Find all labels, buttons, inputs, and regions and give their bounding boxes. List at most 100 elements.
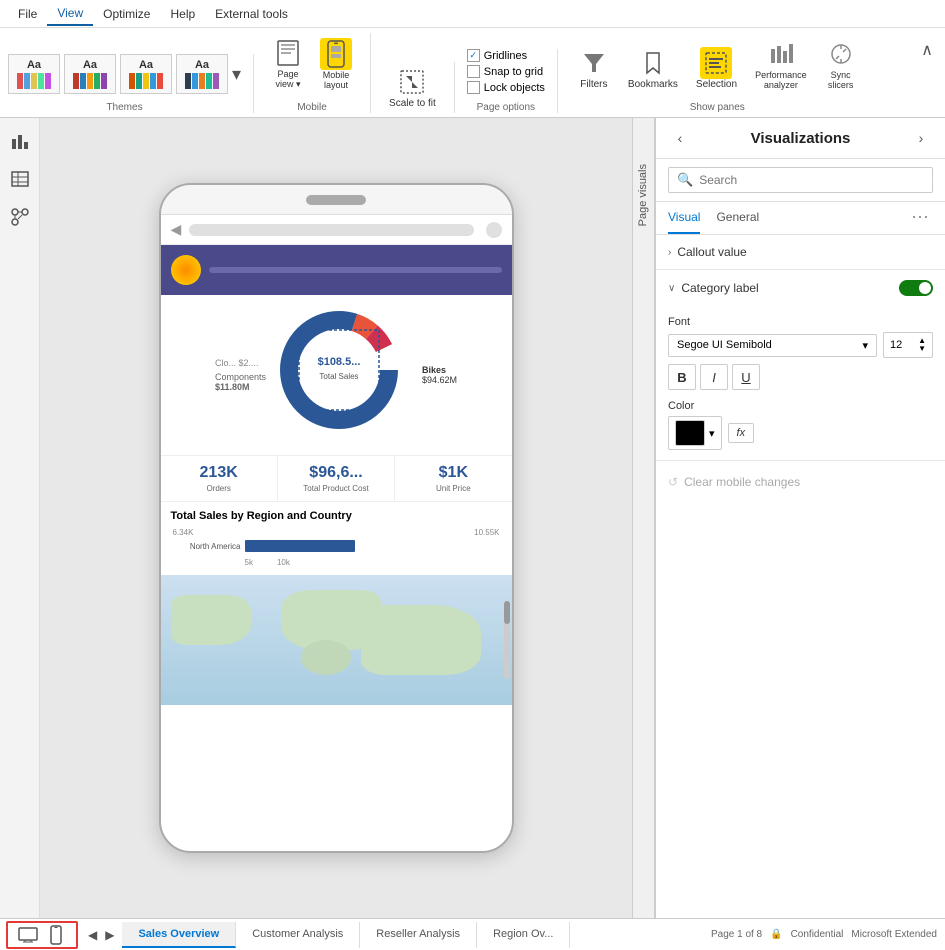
- ribbon-group-show-panes: Filters Bookmarks: [570, 34, 877, 113]
- page-indicator: Page 1 of 8: [711, 929, 762, 940]
- tab-general[interactable]: General: [716, 202, 759, 234]
- bar-axis-1: 5k: [245, 558, 253, 567]
- lock-objects-row[interactable]: Lock objects: [467, 81, 545, 94]
- report-header-bar: [209, 267, 502, 273]
- sidebar-icon-table[interactable]: [5, 164, 35, 194]
- phone-back-arrow[interactable]: ◀: [171, 221, 182, 238]
- ribbon-collapse-button[interactable]: ∧: [917, 36, 937, 64]
- gridlines-row[interactable]: Gridlines: [467, 49, 545, 62]
- mobile-layout-button[interactable]: Mobilelayout: [314, 34, 358, 94]
- italic-button[interactable]: I: [700, 364, 728, 390]
- font-family-select[interactable]: Segoe UI Semibold ▾: [668, 334, 877, 357]
- toggle-on-indicator: [899, 280, 933, 296]
- desktop-view-icon[interactable]: [16, 923, 40, 947]
- page-visuals-tab[interactable]: Page visuals: [633, 118, 655, 918]
- theme-thumb-1[interactable]: Aa: [8, 54, 60, 94]
- theme-dropdown-arrow[interactable]: ▾: [232, 64, 241, 85]
- color-swatch: [675, 420, 705, 446]
- ribbon-group-page-options: Gridlines Snap to grid Lock objects Page…: [467, 49, 558, 113]
- snap-to-grid-checkbox[interactable]: [467, 65, 480, 78]
- theme-thumb-3[interactable]: Aa: [120, 54, 172, 94]
- page-tabs: Sales Overview Customer Analysis Reselle…: [122, 922, 570, 948]
- font-size-input[interactable]: 12 ▲▼: [883, 332, 933, 358]
- menu-help[interactable]: Help: [160, 3, 205, 25]
- sync-slicers-icon: [825, 38, 857, 70]
- kpi-unit-price-label: Unit Price: [399, 484, 507, 493]
- search-input[interactable]: [699, 173, 924, 187]
- performance-analyzer-button[interactable]: Performanceanalyzer: [747, 34, 815, 94]
- sync-slicers-button[interactable]: Syncslicers: [817, 34, 865, 94]
- show-panes-label: Show panes: [690, 102, 745, 113]
- lock-objects-checkbox[interactable]: [467, 81, 480, 94]
- callout-value-header[interactable]: › Callout value: [656, 235, 945, 269]
- underline-button[interactable]: U: [732, 364, 760, 390]
- bold-button[interactable]: B: [668, 364, 696, 390]
- sidebar-icon-bar-chart[interactable]: [5, 126, 35, 156]
- kpi-orders: 213K Orders: [161, 456, 278, 501]
- menu-file[interactable]: File: [8, 3, 47, 25]
- donut-svg: $108.5... Total Sales: [274, 305, 404, 435]
- theme-thumbnails: Aa Aa: [8, 54, 241, 94]
- view-mode-icons: [6, 921, 78, 949]
- bookmarks-icon: [637, 47, 669, 79]
- color-row: ▾ fx: [668, 416, 933, 450]
- page-nav-prev[interactable]: ◀: [84, 926, 101, 944]
- font-select-row: Segoe UI Semibold ▾ 12 ▲▼: [668, 332, 933, 358]
- phone-notch: [306, 195, 366, 205]
- page-tab-reseller-analysis[interactable]: Reseller Analysis: [360, 922, 477, 948]
- callout-value-label: Callout value: [677, 245, 746, 259]
- page-view-button[interactable]: Pageview ▾: [266, 33, 310, 94]
- tab-visual[interactable]: Visual: [668, 202, 700, 234]
- selection-button[interactable]: Selection: [688, 43, 745, 94]
- panel-back-button[interactable]: ‹: [668, 126, 692, 150]
- menu-external-tools[interactable]: External tools: [205, 3, 298, 25]
- clear-mobile-changes-button: ↺ Clear mobile changes: [668, 471, 933, 493]
- extended-label: Microsoft Extended: [851, 929, 937, 940]
- phone-mockup: ◀ Clo... $2.... Components$11.80M: [159, 183, 514, 853]
- lock-icon: 🔒: [770, 929, 782, 940]
- donut-legend-right: Bikes $94.62M: [422, 365, 457, 385]
- filters-button[interactable]: Filters: [570, 43, 618, 94]
- fx-button[interactable]: fx: [728, 423, 755, 443]
- bookmarks-button[interactable]: Bookmarks: [620, 43, 686, 94]
- page-tab-region-overview[interactable]: Region Ov...: [477, 922, 570, 948]
- callout-value-accordion: › Callout value: [656, 235, 945, 270]
- panel-forward-button[interactable]: ›: [909, 126, 933, 150]
- page-tab-customer-analysis[interactable]: Customer Analysis: [236, 922, 360, 948]
- color-label: Color: [668, 400, 933, 412]
- category-label-header[interactable]: ∨ Category label: [656, 270, 945, 306]
- menu-view[interactable]: View: [47, 2, 93, 26]
- mobile-view-icon[interactable]: [44, 923, 68, 947]
- theme-thumb-4[interactable]: Aa: [176, 54, 228, 94]
- panel-tab-more[interactable]: ···: [907, 202, 933, 234]
- search-icon: 🔍: [677, 172, 693, 188]
- clear-section: ↺ Clear mobile changes: [656, 461, 945, 503]
- page-nav-next[interactable]: ▶: [101, 926, 118, 944]
- color-dropdown[interactable]: ▾: [668, 416, 722, 450]
- mobile-layout-icon: [320, 38, 352, 70]
- scale-to-fit-button[interactable]: Scale to fit: [383, 62, 442, 113]
- panel-header: ‹ Visualizations ›: [656, 118, 945, 159]
- performance-analyzer-label: Performanceanalyzer: [755, 70, 807, 90]
- snap-to-grid-label: Snap to grid: [484, 66, 543, 78]
- right-panel-container: Page visuals ‹ Visualizations › 🔍 Visual…: [632, 118, 945, 918]
- sidebar-icon-model[interactable]: [5, 202, 35, 232]
- page-tab-sales-overview[interactable]: Sales Overview: [122, 922, 236, 948]
- selection-icon: [700, 47, 732, 79]
- snap-to-grid-row[interactable]: Snap to grid: [467, 65, 545, 78]
- map-scrollbar[interactable]: [504, 601, 510, 679]
- bookmarks-label: Bookmarks: [628, 79, 678, 90]
- gridlines-checkbox[interactable]: [467, 49, 480, 62]
- bar-chart-section: Total Sales by Region and Country 6.34K …: [161, 502, 512, 575]
- clear-mobile-label: Clear mobile changes: [684, 475, 800, 489]
- kpi-orders-label: Orders: [165, 484, 273, 493]
- menu-optimize[interactable]: Optimize: [93, 3, 160, 25]
- phone-url-bar: [189, 224, 473, 236]
- main-area: ◀ Clo... $2.... Components$11.80M: [0, 118, 945, 918]
- right-panel: ‹ Visualizations › 🔍 Visual General ···: [655, 118, 945, 918]
- bar-axis-2: 10k: [277, 558, 290, 567]
- category-label-toggle[interactable]: [899, 280, 933, 296]
- search-box[interactable]: 🔍: [668, 167, 933, 193]
- theme-thumb-2[interactable]: Aa: [64, 54, 116, 94]
- font-style-row: B I U: [668, 364, 933, 390]
